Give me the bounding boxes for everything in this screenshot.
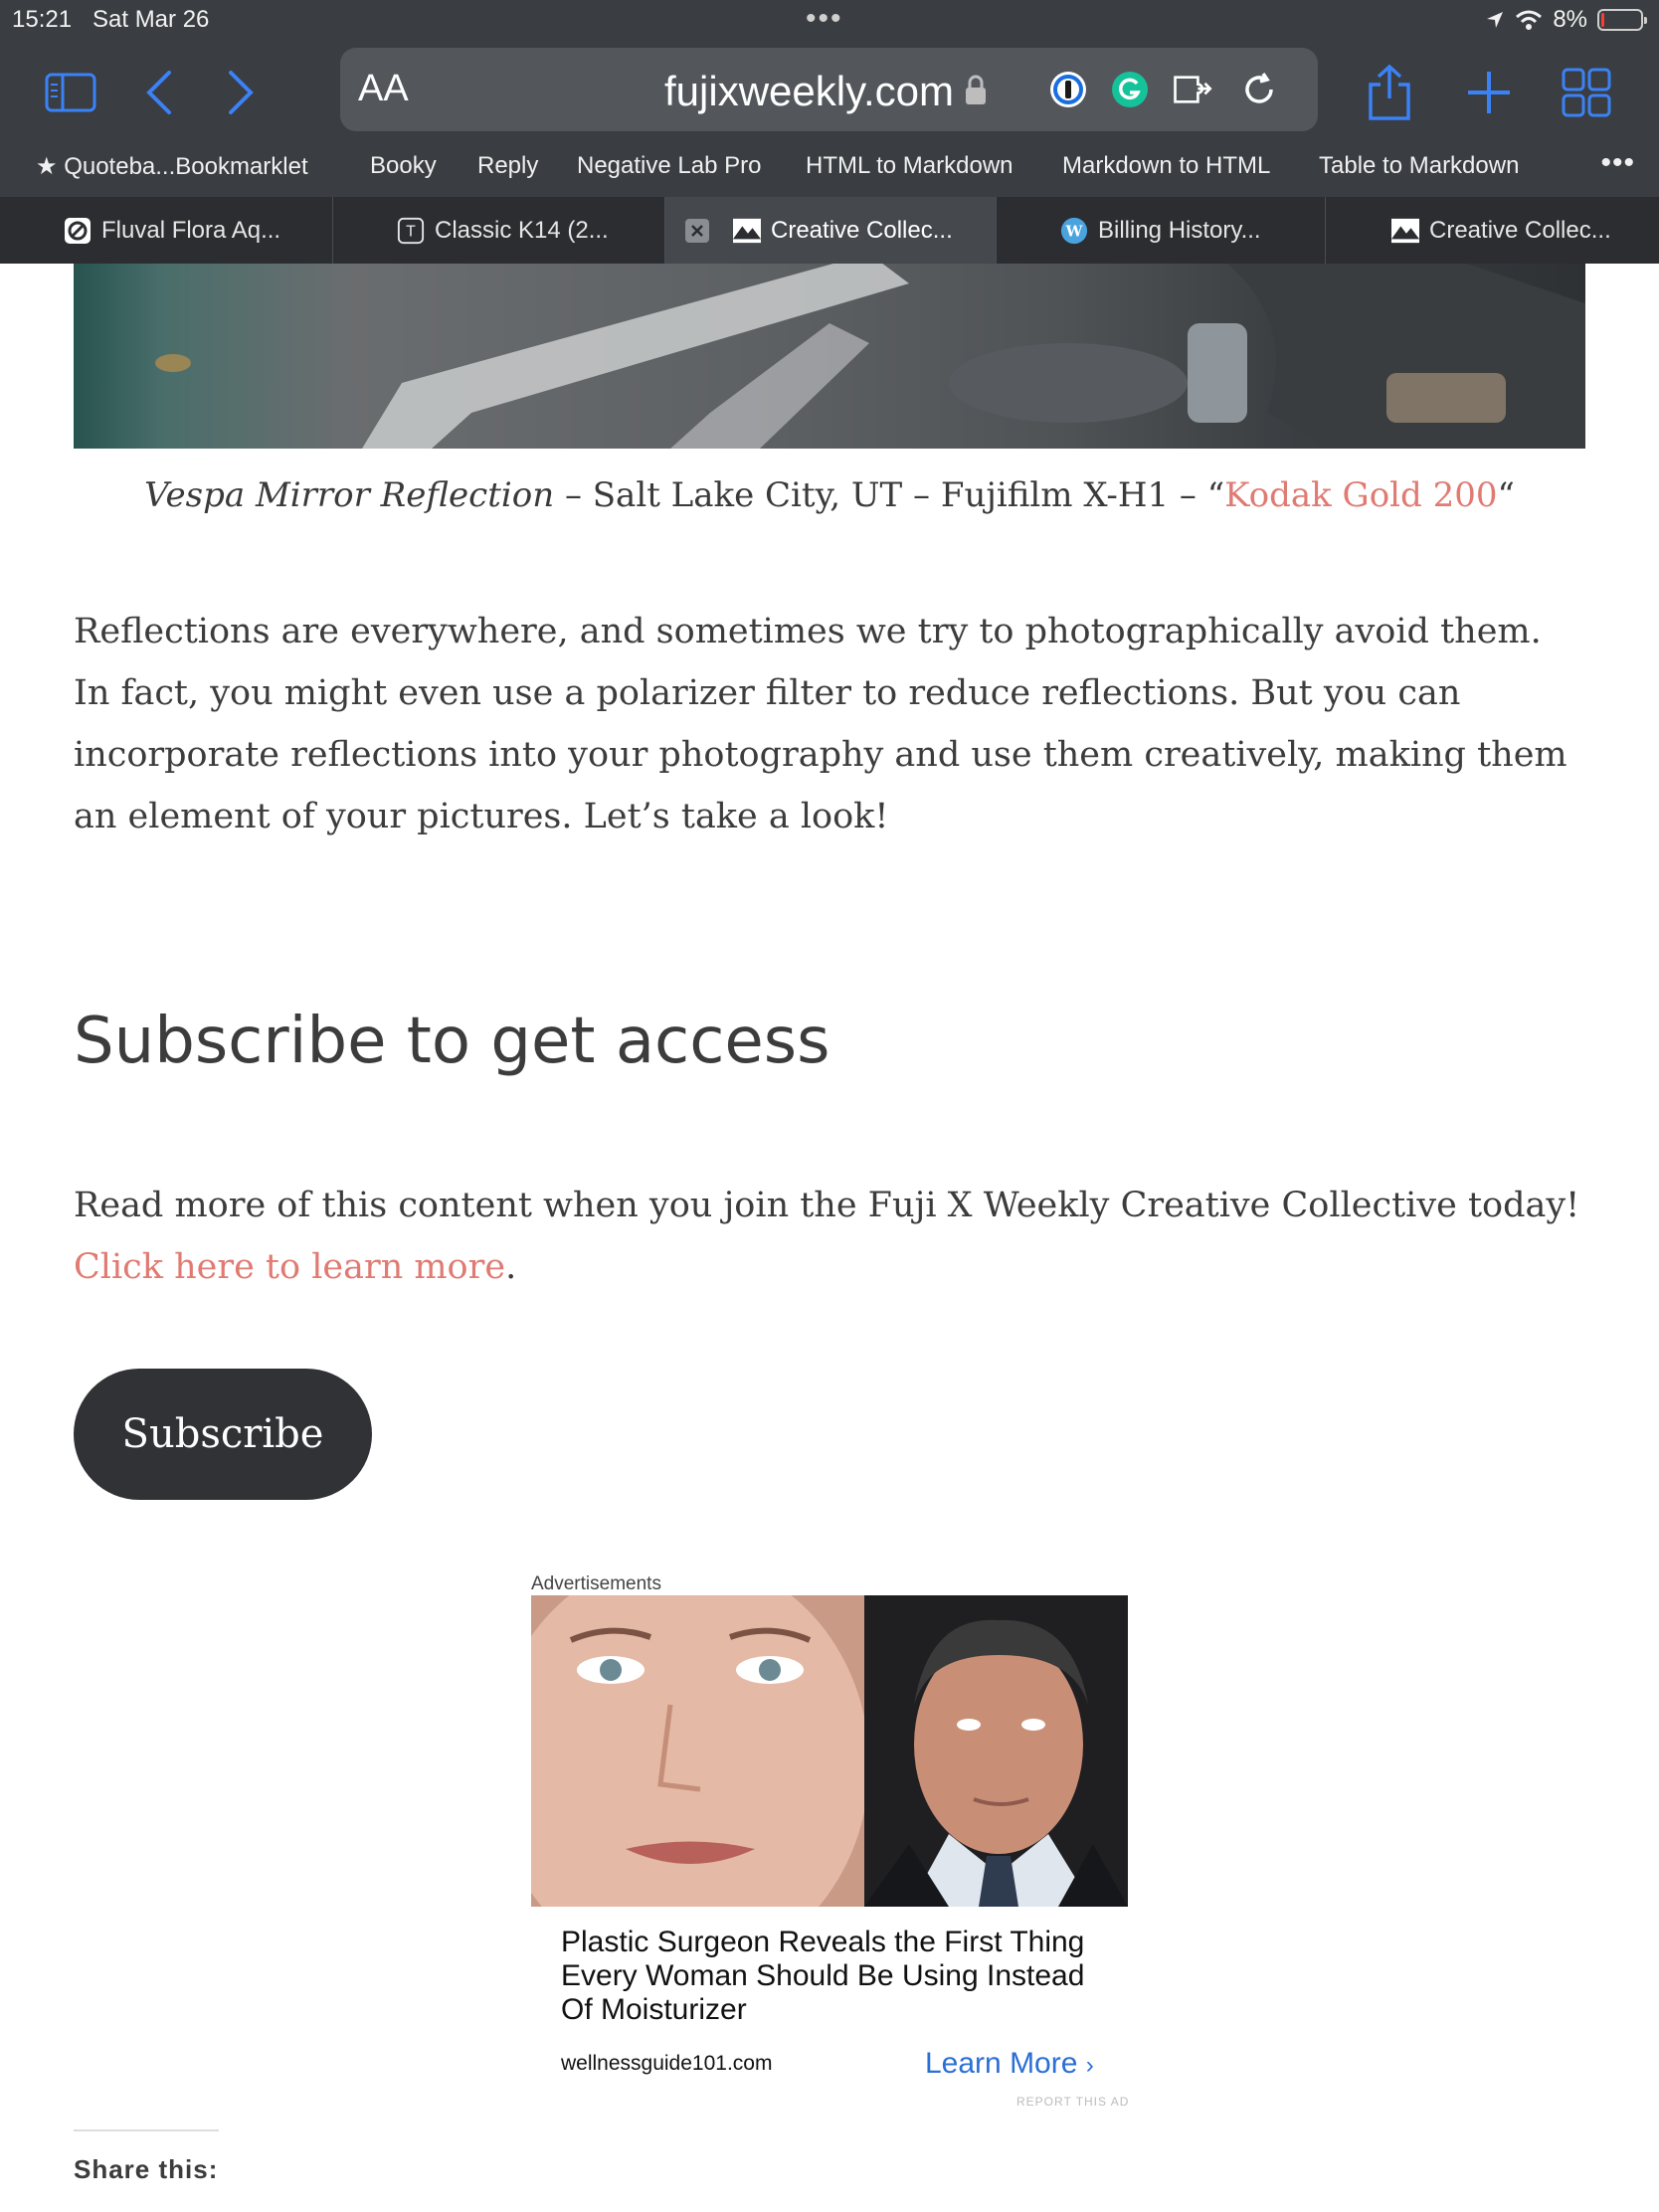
ad-headline[interactable]: Plastic Surgeon Reveals the First Thing … <box>561 1926 1118 2027</box>
tab-creative-collective[interactable]: Creative Collec... <box>1326 197 1659 264</box>
tab-fluval[interactable]: Fluval Flora Aq... <box>0 197 333 264</box>
new-tab-plus-icon[interactable] <box>1458 62 1520 123</box>
back-chevron-icon[interactable] <box>127 62 189 123</box>
more-bookmarks-icon[interactable]: ••• <box>1600 146 1635 180</box>
learn-more-link[interactable]: Click here to learn more <box>74 1247 505 1287</box>
text-size-button[interactable]: AA <box>358 68 409 110</box>
subscribe-paragraph: Read more of this content when you join … <box>74 1186 1580 1287</box>
caption-meta: – Salt Lake City, UT – Fujifilm X-H1 – “ <box>554 475 1225 515</box>
battery-level-fill <box>1601 13 1604 27</box>
bookmark-item[interactable]: Negative Lab Pro <box>577 152 761 180</box>
article-photo <box>74 264 1585 449</box>
sidebar-toggle-icon[interactable] <box>40 62 101 123</box>
tab-billing-history[interactable]: W Billing History... <box>997 197 1326 264</box>
close-tab-icon[interactable] <box>683 217 711 245</box>
location-icon <box>1487 12 1504 28</box>
grammarly-extension-icon[interactable] <box>1108 68 1152 111</box>
reload-icon[interactable] <box>1237 68 1281 111</box>
vespa-photo-graphic <box>155 264 1585 449</box>
film-simulation-link[interactable]: Kodak Gold 200 <box>1224 475 1497 515</box>
fluval-favicon-icon <box>64 217 92 245</box>
multitasking-dots-icon[interactable]: ••• <box>806 2 843 36</box>
svg-text:T: T <box>406 223 416 240</box>
ad-learn-more-button[interactable]: Learn More › <box>925 2047 1094 2081</box>
letter-t-favicon-icon: T <box>397 217 425 245</box>
ad-image[interactable] <box>531 1595 1128 1907</box>
status-date: Sat Mar 26 <box>92 6 210 33</box>
status-indicators: 8% <box>1485 6 1647 34</box>
star-icon: ★ <box>36 153 58 180</box>
bookmark-item[interactable]: ★ Quoteba...Bookmarklet <box>36 152 308 181</box>
chevron-right-icon: › <box>1085 2052 1094 2079</box>
tab-overview-icon[interactable] <box>1556 62 1617 123</box>
ad-label: Advertisements <box>531 1573 661 1594</box>
svg-text:W: W <box>1065 222 1083 240</box>
password-manager-extension-icon[interactable] <box>1046 68 1090 111</box>
tab-bar: Fluval Flora Aq... T Classic K14 (2... C… <box>0 197 1659 264</box>
extensions-puzzle-icon[interactable] <box>1172 68 1215 111</box>
intro-paragraph: Reflections are everywhere, and sometime… <box>74 612 1567 836</box>
ad-domain: wellnessguide101.com <box>561 2052 773 2075</box>
url-text[interactable]: fujixweekly.com <box>664 68 954 115</box>
share-heading: Share this: <box>74 2154 219 2184</box>
bookmark-item[interactable]: Markdown to HTML <box>1062 152 1270 180</box>
browser-chrome: 15:21 Sat Mar 26 ••• 8% AA fujixweekly.c… <box>0 0 1659 264</box>
bookmark-item[interactable]: Table to Markdown <box>1319 152 1519 180</box>
wordpress-favicon-icon: W <box>1060 217 1088 245</box>
share-icon[interactable] <box>1359 62 1420 123</box>
report-ad-link[interactable]: REPORT THIS AD <box>1016 2095 1129 2109</box>
address-bar[interactable]: AA fujixweekly.com <box>340 48 1318 131</box>
subscribe-heading: Subscribe to get access <box>74 1005 830 1078</box>
wifi-icon <box>1516 10 1543 30</box>
subscribe-button[interactable]: Subscribe <box>74 1369 372 1500</box>
ad-portraits-graphic <box>531 1595 1128 1907</box>
mountain-favicon-icon <box>1391 217 1419 245</box>
caption-title: Vespa Mirror Reflection <box>144 475 555 515</box>
mountain-favicon-icon <box>733 217 761 245</box>
tab-classic-k14[interactable]: T Classic K14 (2... <box>333 197 665 264</box>
lock-icon <box>966 75 986 104</box>
bookmarks-bar: ★ Quoteba...Bookmarklet Booky Reply Nega… <box>0 144 1659 196</box>
forward-chevron-icon[interactable] <box>211 62 273 123</box>
battery-icon <box>1597 9 1647 31</box>
bookmark-item[interactable]: Booky <box>370 152 437 180</box>
browser-toolbar: AA fujixweekly.com <box>0 40 1659 144</box>
bookmark-item[interactable]: HTML to Markdown <box>806 152 1014 180</box>
status-time: 15:21 <box>12 6 73 33</box>
share-divider <box>74 2129 219 2131</box>
bookmark-item[interactable]: Reply <box>477 152 538 180</box>
battery-percentage: 8% <box>1553 6 1587 33</box>
photo-caption: Vespa Mirror Reflection – Salt Lake City… <box>144 475 1515 515</box>
tab-creative-collective-active[interactable]: Creative Collec... <box>665 197 997 264</box>
status-bar: 15:21 Sat Mar 26 ••• 8% <box>0 0 1659 40</box>
